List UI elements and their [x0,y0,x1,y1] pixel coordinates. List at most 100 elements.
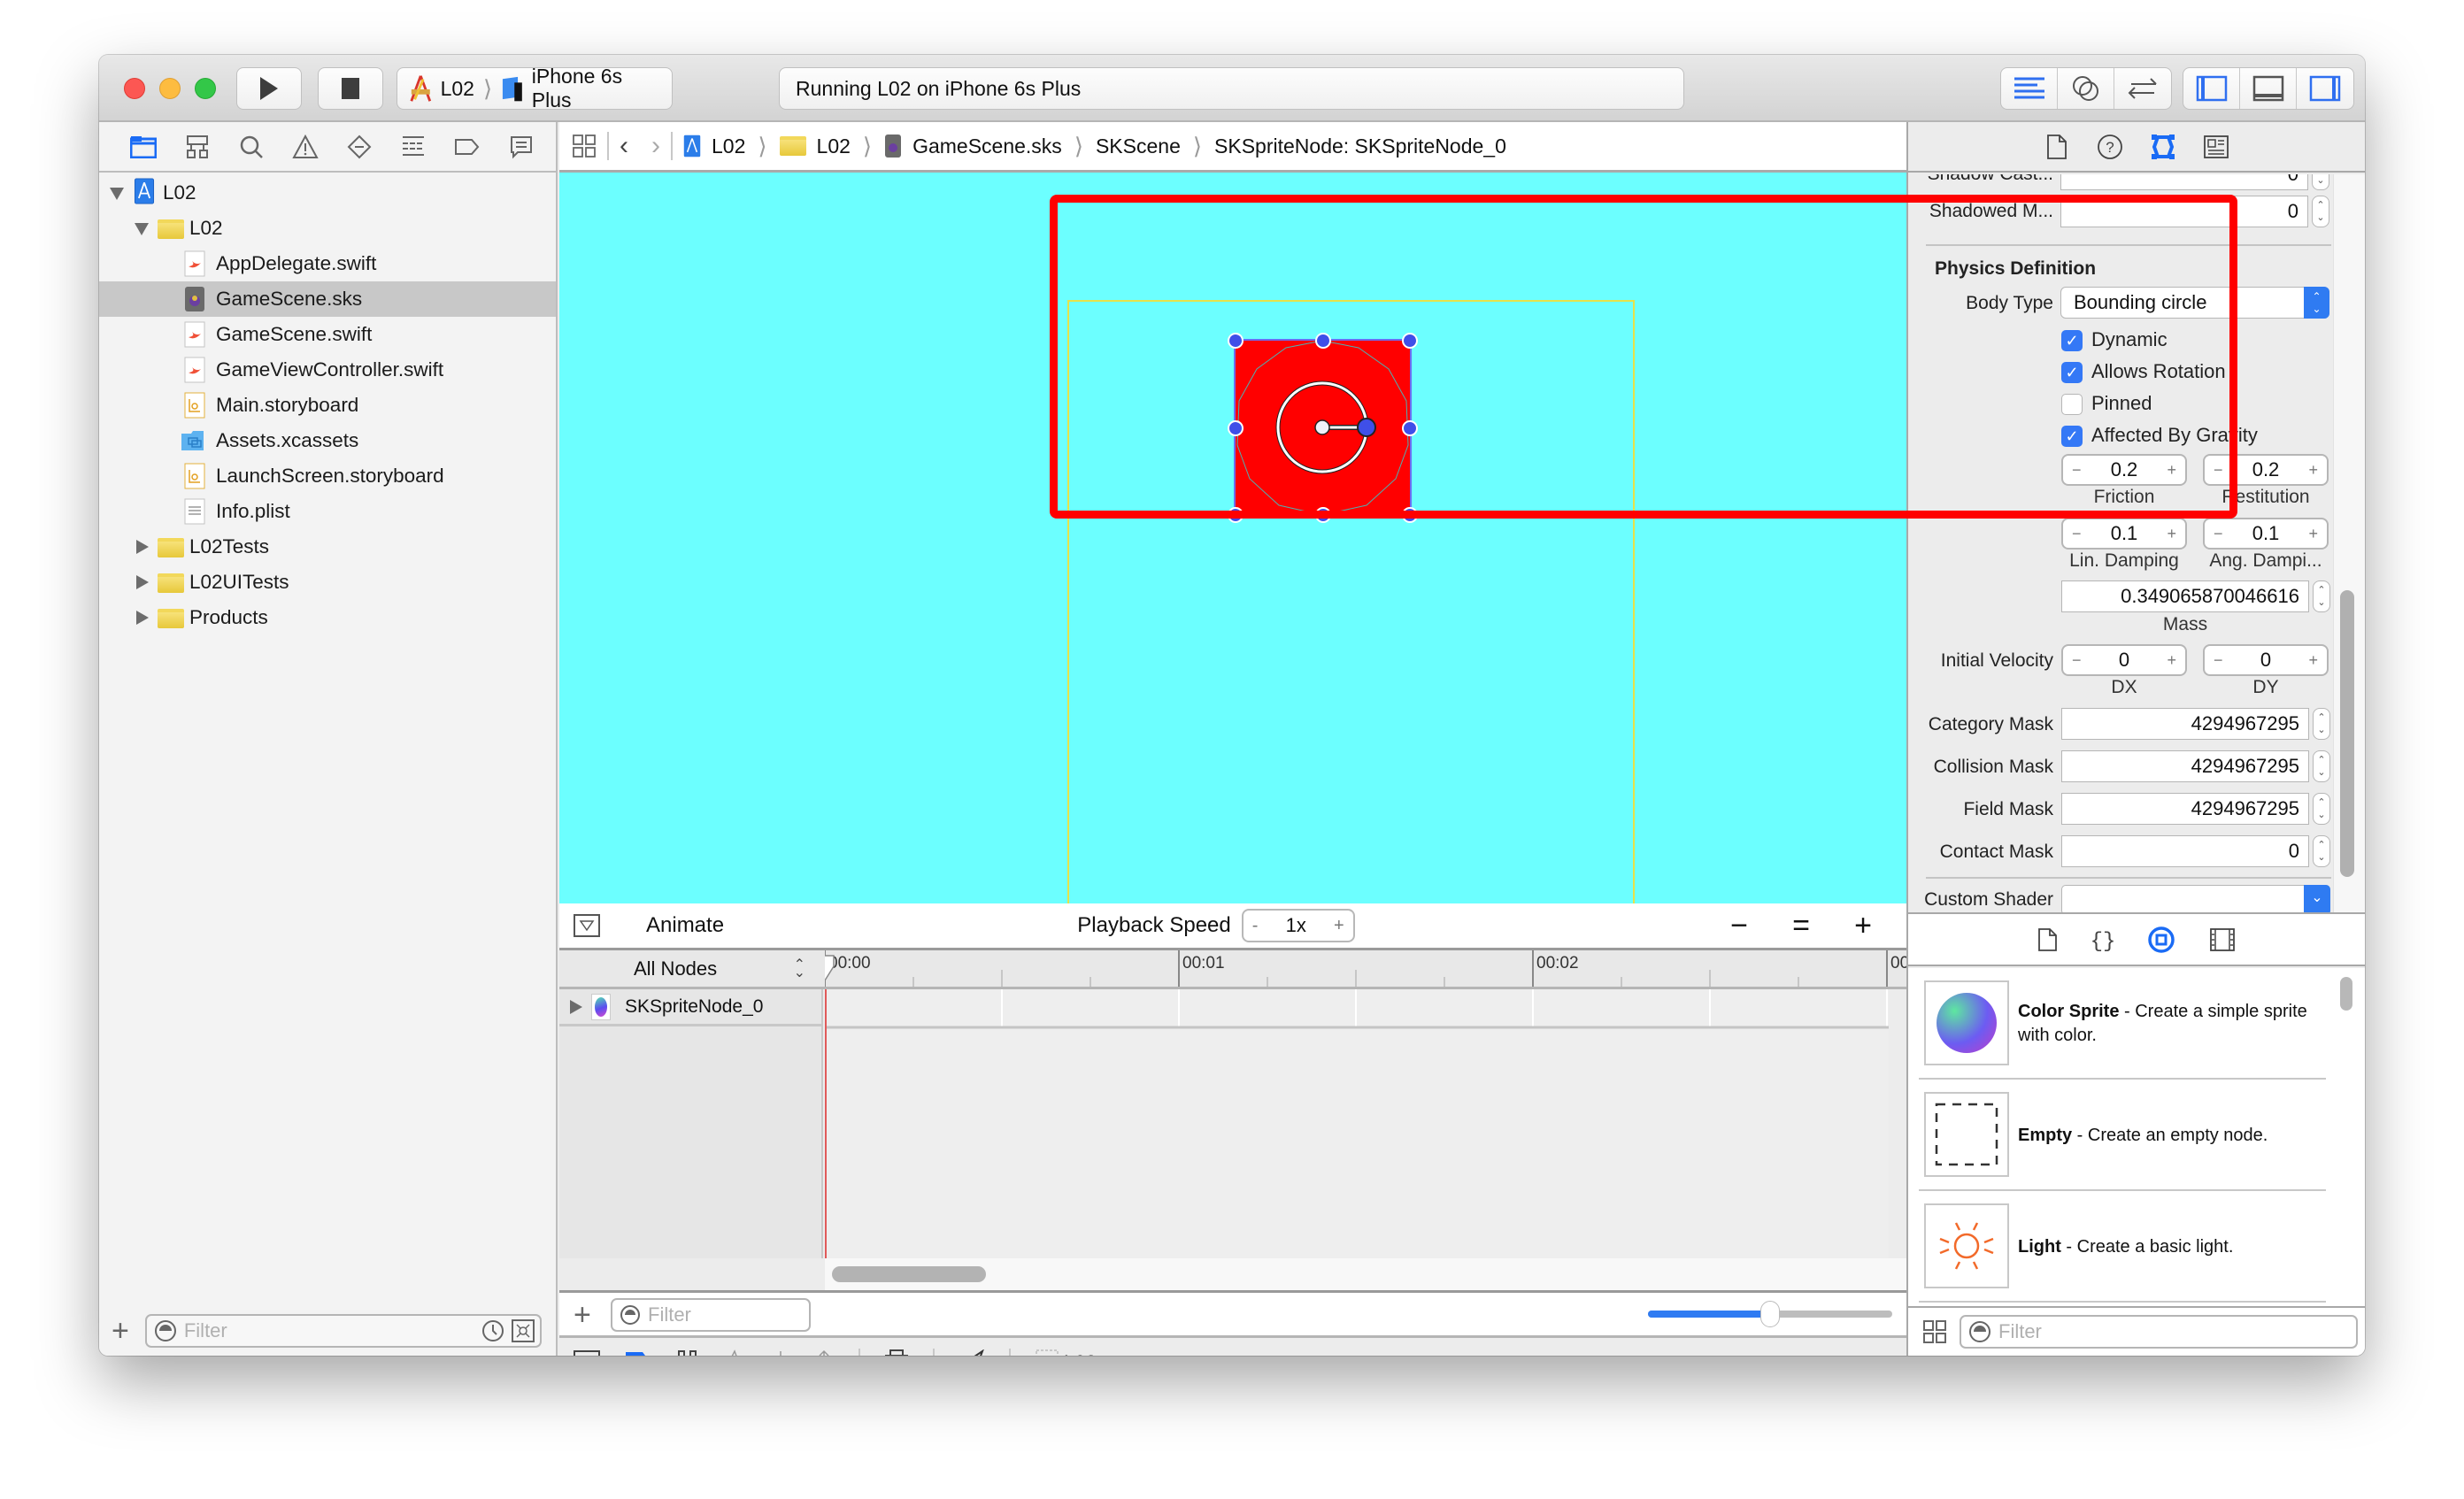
rotation-gizmo[interactable] [1234,339,1412,517]
code-snippet-icon[interactable]: {} [2092,927,2114,952]
contact-mask-stepper[interactable]: ⌃ ⌄ [2313,835,2330,867]
library-filter-input[interactable]: Filter [1960,1315,2358,1349]
friction-value[interactable]: 0.2 [2111,458,2138,481]
tree-item-file[interactable]: GameViewController.swift [99,352,556,388]
disclosure-closed-icon[interactable] [136,611,149,625]
timeline-row[interactable]: SKSpriteNode_0 [559,989,821,1026]
playhead-handle[interactable] [825,955,835,982]
tree-item-file[interactable]: Assets.xcassets [99,423,556,458]
library-scrollbar-thumb[interactable] [2340,977,2352,1011]
run-button[interactable] [236,67,302,110]
breadcrumb-project[interactable]: L02 [712,135,745,158]
tree-item-folder[interactable]: L02UITests [99,565,556,600]
disclosure-closed-icon[interactable] [570,999,582,1014]
tab-report-navigator[interactable] [507,133,535,161]
tab-debug-navigator[interactable] [399,133,427,161]
library-item[interactable]: Light - Create a basic light. [1919,1191,2326,1303]
tab-file-inspector[interactable] [2044,133,2070,161]
standard-editor-button[interactable] [2001,68,2058,109]
restitution-stepper[interactable]: − 0.2 + [2203,454,2329,486]
show-action-editor-icon[interactable] [574,1350,600,1356]
increment-button[interactable]: + [2167,461,2176,480]
breadcrumb-scene[interactable]: SKScene [1096,135,1181,158]
angular-damping-value[interactable]: 0.1 [2252,522,2280,545]
step-into-icon[interactable] [772,1349,789,1356]
decrement-button[interactable]: − [2072,651,2082,670]
timeline-zoom-slider[interactable] [1648,1301,1892,1327]
increment-button[interactable]: + [2308,651,2318,670]
navigator-filter-input[interactable]: Filter [144,1314,542,1348]
restitution-value[interactable]: 0.2 [2252,458,2280,481]
resize-handle-top[interactable] [1314,333,1331,349]
disclosure-closed-icon[interactable] [136,540,149,554]
shadowed-mask-stepper[interactable]: ⌃ ⌄ [2312,196,2329,227]
resize-handle-bottom-right[interactable] [1402,507,1418,523]
breadcrumb-file[interactable]: GameScene.sks [912,135,1062,158]
field-mask-stepper[interactable]: ⌃ ⌄ [2313,793,2330,825]
playback-speed-stepper[interactable]: - 1x + [1241,909,1355,942]
category-mask-stepper[interactable]: ⌃ ⌄ [2313,708,2330,740]
velocity-dx-stepper[interactable]: − 0 + [2061,644,2187,676]
disclosure-closed-icon[interactable] [136,575,149,589]
contact-mask-field[interactable]: 0 [2061,835,2309,867]
zoom-in-button[interactable]: + [1832,909,1894,943]
toggle-utilities-button[interactable] [2297,68,2353,109]
shadow-cast-stepper[interactable]: ⌃⌄ [2312,174,2329,190]
angular-damping-stepper[interactable]: − 0.1 + [2203,518,2329,550]
increment-button[interactable]: + [2167,651,2176,670]
friction-stepper[interactable]: − 0.2 + [2061,454,2187,486]
decrement-button[interactable]: − [2214,461,2223,480]
resize-handle-bottom-left[interactable] [1228,507,1244,523]
assistant-editor-button[interactable] [2058,68,2114,109]
back-button[interactable]: ‹ [620,131,628,161]
field-mask-field[interactable]: 4294967295 [2061,793,2309,825]
tree-item-file[interactable]: GameScene.swift [99,317,556,352]
add-file-button[interactable]: + [112,1316,129,1346]
decrement-button[interactable]: − [2214,525,2223,543]
step-out-icon[interactable] [814,1349,834,1356]
scene-canvas[interactable] [559,173,1906,903]
forward-button[interactable]: › [651,131,660,161]
resize-handle-left[interactable] [1228,419,1244,436]
tree-item-file[interactable]: AppDelegate.swift [99,246,556,281]
resize-handle-top-right[interactable] [1402,333,1418,349]
version-editor-button[interactable] [2114,68,2171,109]
timeline-horizontal-scroll[interactable] [825,1258,1906,1290]
toggle-debug-area-button[interactable] [2240,68,2297,109]
tree-item-project[interactable]: L02 [99,175,556,211]
velocity-dx-value[interactable]: 0 [2119,649,2129,672]
tab-project-navigator[interactable] [129,133,158,161]
disclosure-open-icon[interactable] [110,188,124,200]
zoom-out-button[interactable]: − [1708,909,1770,943]
collapse-action-editor-icon[interactable] [574,914,600,937]
frame-rate-icon[interactable] [885,1349,908,1356]
tree-item-folder[interactable]: L02Tests [99,529,556,565]
tree-item-file[interactable]: LaunchScreen.storyboard [99,458,556,494]
shadow-cast-field[interactable]: 0 [2060,174,2308,190]
scene-target[interactable]: L02 [1036,1349,1097,1356]
node-filter-select[interactable]: All Nodes ⌃ ⌄ [559,950,823,987]
tab-quick-help[interactable]: ? [2097,133,2123,161]
disclosure-open-icon[interactable] [135,223,149,235]
increase-speed-button[interactable]: + [1334,916,1344,936]
dynamic-checkbox[interactable]: ✓ [2061,330,2083,351]
add-action-button[interactable]: + [574,1298,591,1333]
tree-item-file[interactable]: Info.plist [99,494,556,529]
tree-item-file-selected[interactable]: GameScene.sks [99,281,556,317]
timeline-tracks[interactable] [825,989,2242,1258]
tree-item-folder[interactable]: Products [99,600,556,635]
related-items-icon[interactable] [572,134,597,158]
shadowed-mask-field[interactable]: 0 [2060,196,2308,227]
scm-filter-icon[interactable] [511,1319,535,1342]
resize-handle-right[interactable] [1402,419,1418,436]
tree-item-file[interactable]: Main.storyboard [99,388,556,423]
linear-damping-value[interactable]: 0.1 [2111,522,2138,545]
play-scene-icon[interactable] [625,1351,651,1356]
toggle-navigator-button[interactable] [2183,68,2240,109]
pause-icon[interactable] [676,1350,699,1356]
pinned-checkbox[interactable] [2061,394,2083,415]
velocity-dy-value[interactable]: 0 [2260,649,2271,672]
tab-attributes-inspector[interactable] [2150,133,2176,161]
inspector-scrollbar-thumb[interactable] [2340,590,2354,877]
breadcrumb-node[interactable]: SKSpriteNode: SKSpriteNode_0 [1214,135,1506,158]
